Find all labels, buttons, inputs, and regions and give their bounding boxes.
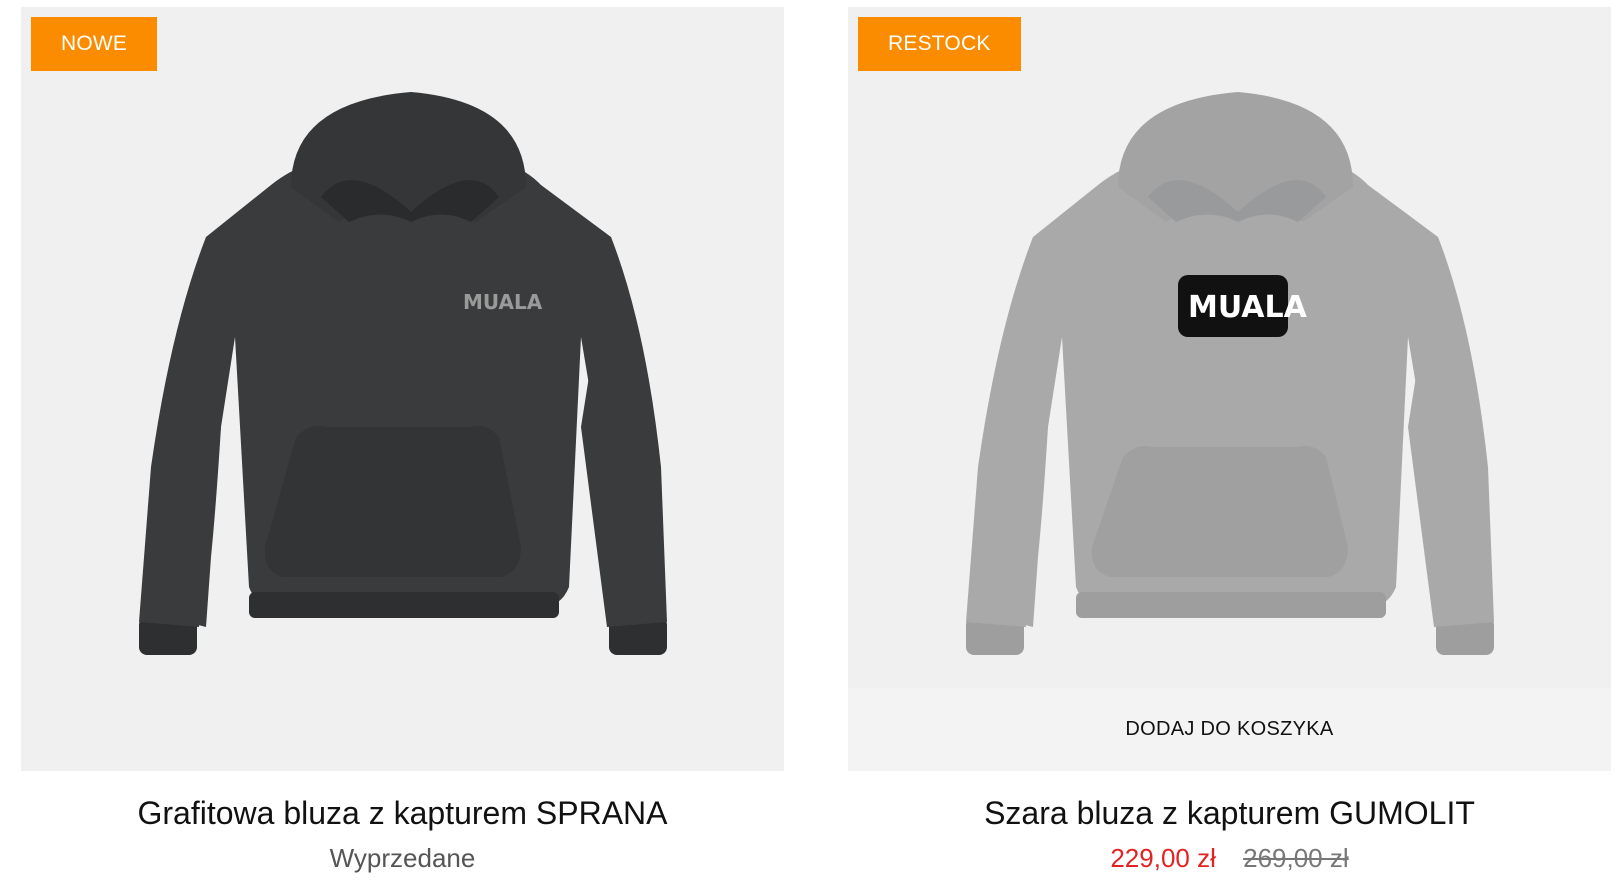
- product-image-hoodie-grey[interactable]: MUALA: [848, 7, 1611, 771]
- original-price: 269,00 zł: [1243, 843, 1349, 873]
- product-image-area[interactable]: MUALA RESTOCK DODAJ DO KOSZYKA: [848, 7, 1611, 771]
- product-card[interactable]: MUALA RESTOCK DODAJ DO KOSZYKA Szara blu…: [848, 7, 1611, 875]
- price-row: Wyprzedane: [21, 841, 784, 875]
- sale-price: 229,00 zł: [1110, 843, 1216, 873]
- sold-out-label: Wyprzedane: [329, 843, 476, 873]
- badge-restock: RESTOCK: [858, 17, 1021, 71]
- product-grid: MUALA NOWE Grafitowa bluza z kapturem SP…: [0, 0, 1617, 893]
- print-text: MUALA: [463, 290, 543, 314]
- product-image-hoodie-graphite[interactable]: MUALA: [21, 7, 784, 771]
- price-row: 229,00 zł 269,00 zł: [848, 841, 1611, 875]
- add-to-cart-button[interactable]: DODAJ DO KOSZYKA: [848, 688, 1611, 771]
- product-image-area[interactable]: MUALA NOWE: [21, 7, 784, 771]
- product-title[interactable]: Szara bluza z kapturem GUMOLIT: [848, 793, 1611, 833]
- product-card[interactable]: MUALA NOWE Grafitowa bluza z kapturem SP…: [21, 7, 784, 875]
- product-title[interactable]: Grafitowa bluza z kapturem SPRANA: [21, 793, 784, 833]
- badge-new: NOWE: [31, 17, 158, 71]
- print-text: MUALA: [1188, 290, 1308, 325]
